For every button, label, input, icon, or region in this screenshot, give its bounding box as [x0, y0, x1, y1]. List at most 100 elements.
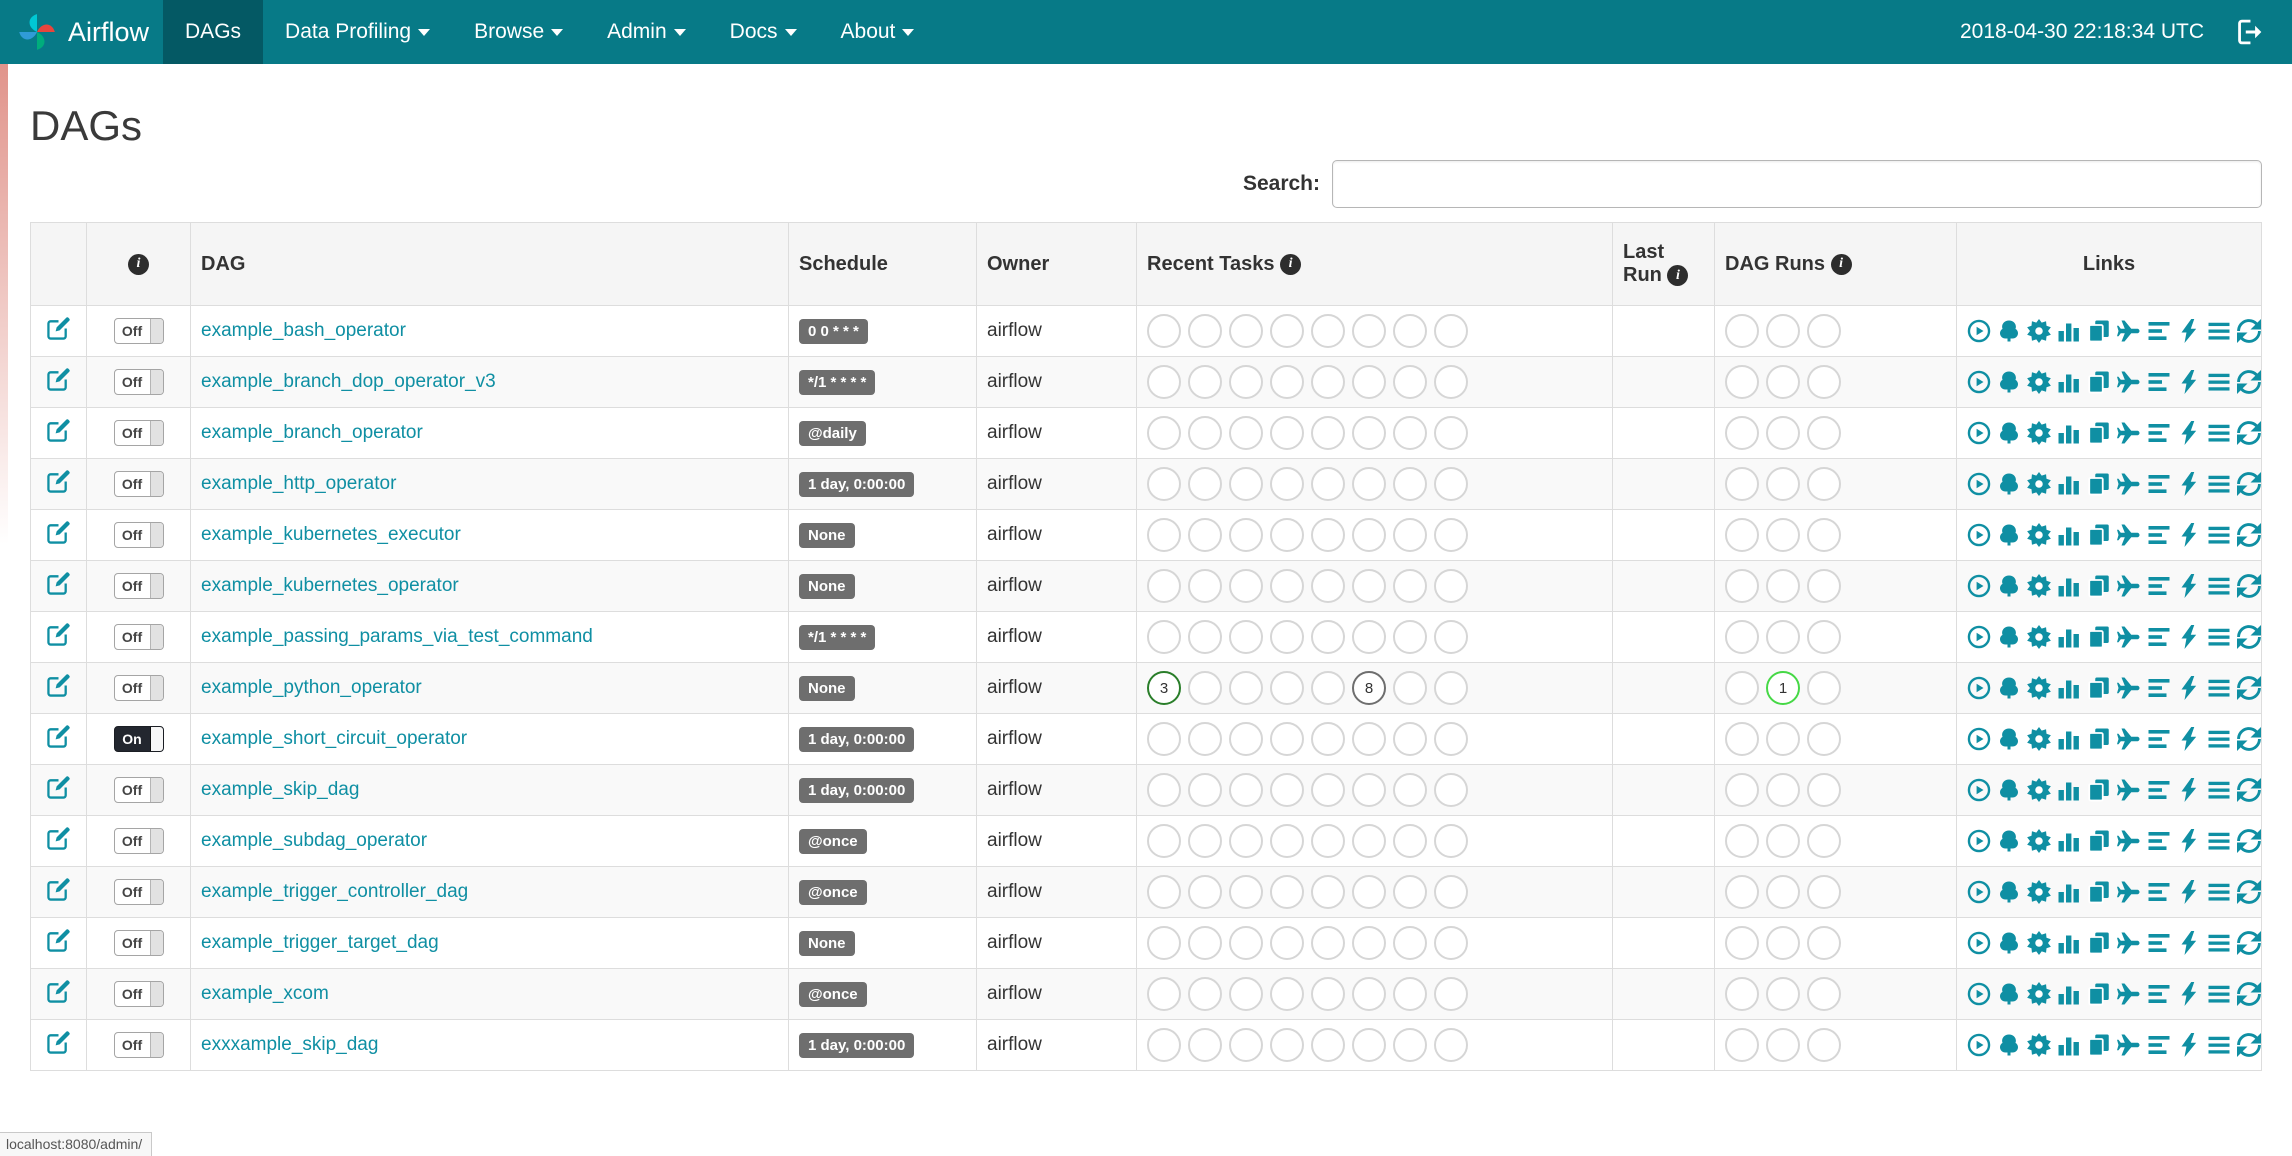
task-status-circle[interactable]: [1311, 671, 1345, 705]
task-status-circle[interactable]: [1147, 824, 1181, 858]
task-status-circle[interactable]: [1229, 773, 1263, 807]
task-status-circle[interactable]: [1766, 467, 1800, 501]
landing-times-icon[interactable]: [2117, 727, 2141, 751]
task-status-circle[interactable]: [1807, 671, 1841, 705]
edit-dag-icon[interactable]: [47, 1030, 70, 1054]
code-view-icon[interactable]: [2177, 625, 2201, 649]
task-status-circle[interactable]: [1352, 824, 1386, 858]
graph-view-icon[interactable]: [2027, 574, 2051, 598]
landing-times-icon[interactable]: [2117, 472, 2141, 496]
task-status-circle[interactable]: [1229, 518, 1263, 552]
nav-item-about[interactable]: About: [819, 0, 937, 64]
task-status-circle[interactable]: [1270, 1028, 1304, 1062]
task-duration-icon[interactable]: [2057, 574, 2081, 598]
dag-details-icon[interactable]: [2207, 676, 2231, 700]
dag-details-icon[interactable]: [2207, 574, 2231, 598]
task-status-circle[interactable]: [1311, 467, 1345, 501]
task-status-circle[interactable]: [1807, 620, 1841, 654]
task-status-circle[interactable]: [1393, 518, 1427, 552]
dag-details-icon[interactable]: [2207, 931, 2231, 955]
task-status-circle[interactable]: [1188, 1028, 1222, 1062]
trigger-dag-icon[interactable]: [1967, 676, 1991, 700]
refresh-icon[interactable]: [2237, 676, 2261, 700]
task-status-circle[interactable]: [1807, 926, 1841, 960]
dag-pause-toggle[interactable]: Off: [113, 1032, 164, 1058]
task-status-circle[interactable]: [1766, 824, 1800, 858]
task-status-circle[interactable]: [1311, 569, 1345, 603]
landing-times-icon[interactable]: [2117, 829, 2141, 853]
task-status-circle[interactable]: [1766, 314, 1800, 348]
task-status-circle[interactable]: [1807, 875, 1841, 909]
task-status-circle[interactable]: [1807, 518, 1841, 552]
dag-details-icon[interactable]: [2207, 1033, 2231, 1057]
task-tries-icon[interactable]: [2087, 472, 2111, 496]
dag-pause-toggle[interactable]: Off: [113, 369, 164, 395]
task-status-circle[interactable]: [1188, 977, 1222, 1011]
landing-times-icon[interactable]: [2117, 319, 2141, 343]
nav-item-data-profiling[interactable]: Data Profiling: [263, 0, 452, 64]
task-status-circle[interactable]: [1434, 1028, 1468, 1062]
dag-pause-toggle[interactable]: Off: [113, 471, 164, 497]
dag-details-icon[interactable]: [2207, 421, 2231, 445]
task-status-circle[interactable]: [1270, 620, 1304, 654]
edit-dag-icon[interactable]: [47, 520, 70, 544]
code-view-icon[interactable]: [2177, 319, 2201, 343]
task-status-circle[interactable]: [1434, 620, 1468, 654]
trigger-dag-icon[interactable]: [1967, 370, 1991, 394]
task-status-circle[interactable]: [1229, 875, 1263, 909]
task-status-circle[interactable]: [1352, 722, 1386, 756]
tree-view-icon[interactable]: [1997, 319, 2021, 343]
task-status-circle[interactable]: [1270, 671, 1304, 705]
landing-times-icon[interactable]: [2117, 880, 2141, 904]
trigger-dag-icon[interactable]: [1967, 982, 1991, 1006]
graph-view-icon[interactable]: [2027, 778, 2051, 802]
dag-link[interactable]: example_subdag_operator: [201, 830, 427, 851]
task-tries-icon[interactable]: [2087, 523, 2111, 547]
code-view-icon[interactable]: [2177, 370, 2201, 394]
tree-view-icon[interactable]: [1997, 982, 2021, 1006]
edit-dag-icon[interactable]: [47, 826, 70, 850]
dag-pause-toggle[interactable]: Off: [113, 828, 164, 854]
edit-dag-icon[interactable]: [47, 571, 70, 595]
task-status-circle[interactable]: [1188, 365, 1222, 399]
task-status-circle[interactable]: [1147, 926, 1181, 960]
task-status-circle[interactable]: [1725, 875, 1759, 909]
dag-pause-toggle[interactable]: On: [113, 726, 164, 752]
edit-dag-icon[interactable]: [47, 928, 70, 952]
task-status-circle[interactable]: [1393, 875, 1427, 909]
task-status-circle[interactable]: [1147, 875, 1181, 909]
refresh-icon[interactable]: [2237, 778, 2261, 802]
task-status-circle[interactable]: [1725, 1028, 1759, 1062]
refresh-icon[interactable]: [2237, 880, 2261, 904]
task-status-circle[interactable]: [1766, 875, 1800, 909]
task-status-circle[interactable]: [1434, 722, 1468, 756]
task-duration-icon[interactable]: [2057, 523, 2081, 547]
task-status-circle[interactable]: [1807, 314, 1841, 348]
task-duration-icon[interactable]: [2057, 829, 2081, 853]
dag-link[interactable]: example_xcom: [201, 983, 329, 1004]
graph-view-icon[interactable]: [2027, 931, 2051, 955]
tree-view-icon[interactable]: [1997, 931, 2021, 955]
gantt-view-icon[interactable]: [2147, 421, 2171, 445]
dag-link[interactable]: example_branch_operator: [201, 422, 423, 443]
task-status-circle[interactable]: [1766, 722, 1800, 756]
gantt-view-icon[interactable]: [2147, 778, 2171, 802]
landing-times-icon[interactable]: [2117, 574, 2141, 598]
dag-link[interactable]: example_branch_dop_operator_v3: [201, 371, 496, 392]
edit-dag-icon[interactable]: [47, 673, 70, 697]
dag-details-icon[interactable]: [2207, 778, 2231, 802]
graph-view-icon[interactable]: [2027, 1033, 2051, 1057]
task-status-circle[interactable]: [1188, 926, 1222, 960]
task-tries-icon[interactable]: [2087, 727, 2111, 751]
tree-view-icon[interactable]: [1997, 727, 2021, 751]
task-status-circle[interactable]: [1766, 1028, 1800, 1062]
task-duration-icon[interactable]: [2057, 1033, 2081, 1057]
dag-link[interactable]: example_python_operator: [201, 677, 422, 698]
edit-dag-icon[interactable]: [47, 469, 70, 493]
landing-times-icon[interactable]: [2117, 1033, 2141, 1057]
graph-view-icon[interactable]: [2027, 625, 2051, 649]
gantt-view-icon[interactable]: [2147, 676, 2171, 700]
task-status-circle[interactable]: [1311, 773, 1345, 807]
gantt-view-icon[interactable]: [2147, 931, 2171, 955]
refresh-icon[interactable]: [2237, 472, 2261, 496]
